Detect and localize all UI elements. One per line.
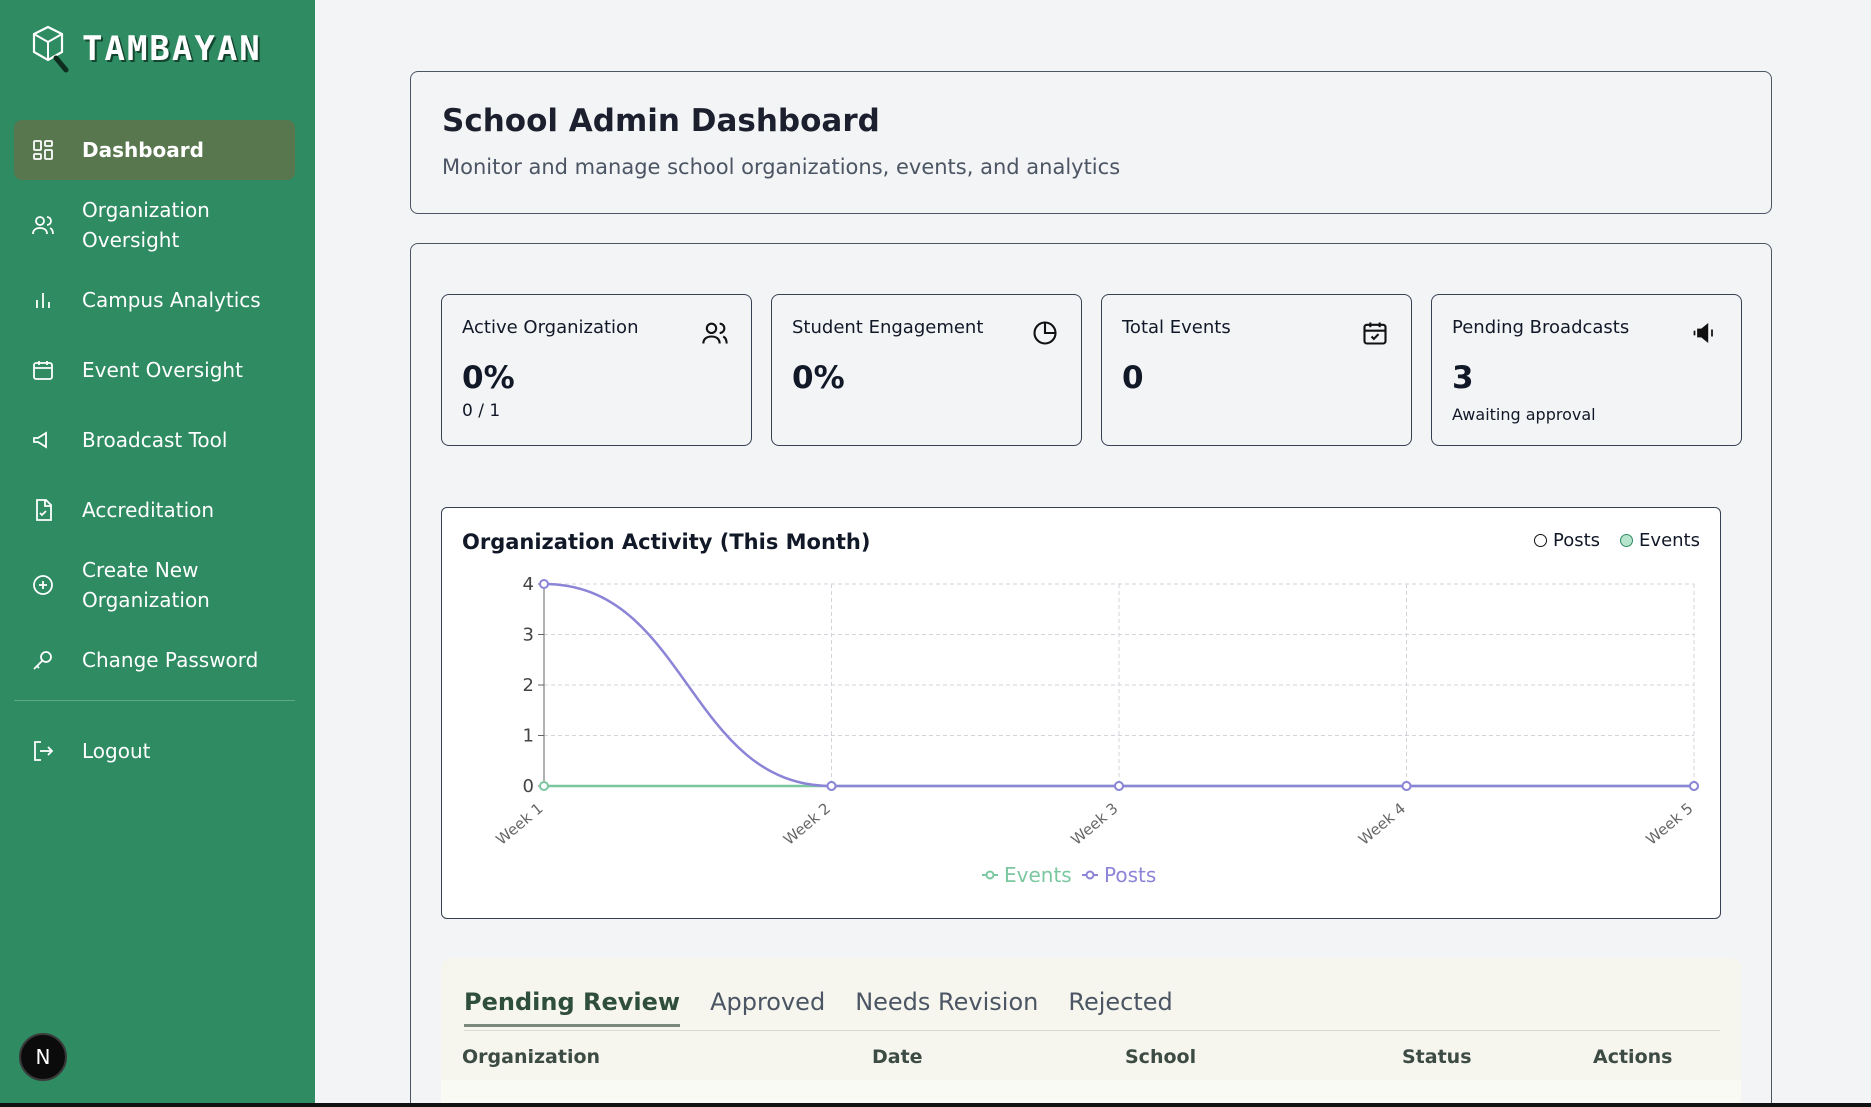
stat-value: 3 [1452,360,1474,396]
data-point-posts [1689,781,1699,791]
x-tick-label: Week 4 [1355,799,1409,848]
sidebar-item-change-password[interactable]: Change Password [14,630,295,690]
sidebar: TAMBAYAN Dashboard Organization Oversigh… [0,0,315,1107]
legend-marker [1085,870,1095,880]
stat-sub: 0 / 1 [462,401,501,421]
sidebar-item-label: Accreditation [82,498,215,522]
pie-chart-icon [1033,321,1057,345]
sidebar-item-create-new-organization[interactable]: Create New Organization [14,550,295,620]
data-point-posts [1114,781,1124,791]
avatar[interactable]: N [19,1033,67,1081]
column-header-date: Date [872,1046,923,1068]
stat-label: Student Engagement [792,317,984,338]
data-point-events [539,781,549,791]
sidebar-item-label: Broadcast Tool [82,428,228,452]
key-icon [30,647,56,673]
y-tick-label: 0 [523,776,534,797]
page-subtitle: Monitor and manage school organizations,… [442,155,1121,179]
x-tick-label: Week 1 [493,799,547,848]
dashboard-icon [30,137,56,163]
stat-sub: Awaiting approval [1452,405,1596,424]
review-panel: Pending Review Approved Needs Revision R… [441,958,1741,1107]
stat-card-active-organization: Active Organization 0% 0 / 1 [441,294,752,446]
page-title: School Admin Dashboard [442,103,880,139]
bar-chart-icon [30,287,56,313]
megaphone-icon [1693,323,1713,343]
data-point-posts [539,579,549,589]
logo-icon [32,25,69,73]
sidebar-item-label: Create New Organization [82,558,210,612]
tab-needs-revision[interactable]: Needs Revision [855,988,1038,1027]
stat-value: 0 [1122,360,1144,396]
tab-rejected[interactable]: Rejected [1068,988,1172,1027]
sidebar-item-broadcast-tool[interactable]: Broadcast Tool [14,410,295,470]
stat-card-total-events: Total Events 0 [1101,294,1412,446]
activity-chart-card: Organization Activity (This Month) Posts… [441,507,1721,919]
app-name: TAMBAYAN [82,29,262,69]
stat-value: 0% [462,360,515,396]
data-point-posts [826,781,837,791]
app-logo[interactable]: TAMBAYAN [28,24,262,74]
sidebar-item-campus-analytics[interactable]: Campus Analytics [14,270,295,330]
megaphone-icon [30,427,56,453]
x-tick-label: Week 3 [1068,799,1122,848]
sidebar-item-label: Campus Analytics [82,288,261,312]
y-tick-label: 1 [523,726,534,747]
logout-icon [30,738,56,764]
x-tick-label: Week 5 [1643,799,1697,848]
tab-pending-review[interactable]: Pending Review [464,988,681,1027]
file-check-icon [30,497,56,523]
stat-label: Total Events [1122,317,1231,338]
activity-line-chart: 0 1 2 3 4 Week 1 Week 2 Week 3 Week 4 Week 5 Even… [493,574,1699,887]
legend-label: Events [1004,863,1072,887]
plus-circle-icon [30,572,56,598]
legend-label: Posts [1104,863,1156,887]
sidebar-item-organization-oversight[interactable]: Organization Oversight [14,190,295,260]
stat-label: Active Organization [462,317,639,338]
column-header-organization: Organization [462,1046,601,1068]
logout-button[interactable]: Logout [14,721,295,781]
tab-approved[interactable]: Approved [710,988,825,1027]
column-header-status: Status [1402,1046,1472,1068]
y-tick-label: 2 [523,675,534,696]
sidebar-item-label: Organization Oversight [82,198,210,252]
sidebar-item-accreditation[interactable]: Accreditation [14,480,295,540]
logout-label: Logout [82,739,151,763]
data-point-posts [1401,781,1412,791]
review-tabs: Pending Review Approved Needs Revision R… [464,988,1173,1027]
sidebar-item-event-oversight[interactable]: Event Oversight [14,340,295,400]
y-tick-label: 4 [523,574,534,595]
tabs-divider [464,1030,1720,1031]
stat-label: Pending Broadcasts [1452,317,1630,338]
legend-marker [985,870,995,880]
y-tick-label: 3 [523,625,534,646]
column-header-school: School [1125,1046,1197,1068]
sidebar-item-label: Change Password [82,648,259,672]
stat-card-student-engagement: Student Engagement 0% [771,294,1082,446]
x-tick-label: Week 2 [780,799,834,848]
stat-value: 0% [792,360,845,396]
calendar-icon [30,357,56,383]
stat-card-pending-broadcasts: Pending Broadcasts 3 Awaiting approval [1431,294,1742,446]
sidebar-nav: Dashboard Organization Oversight Campus … [14,120,295,781]
window-bottom-edge [0,1103,1871,1107]
users-icon [30,212,56,238]
page-header: School Admin Dashboard Monitor and manag… [410,71,1772,214]
users-icon [702,322,728,344]
sidebar-item-label: Dashboard [82,138,204,162]
calendar-check-icon [1363,322,1387,345]
column-header-actions: Actions [1593,1046,1673,1068]
sidebar-item-label: Event Oversight [82,358,243,382]
sidebar-item-dashboard[interactable]: Dashboard [14,120,295,180]
